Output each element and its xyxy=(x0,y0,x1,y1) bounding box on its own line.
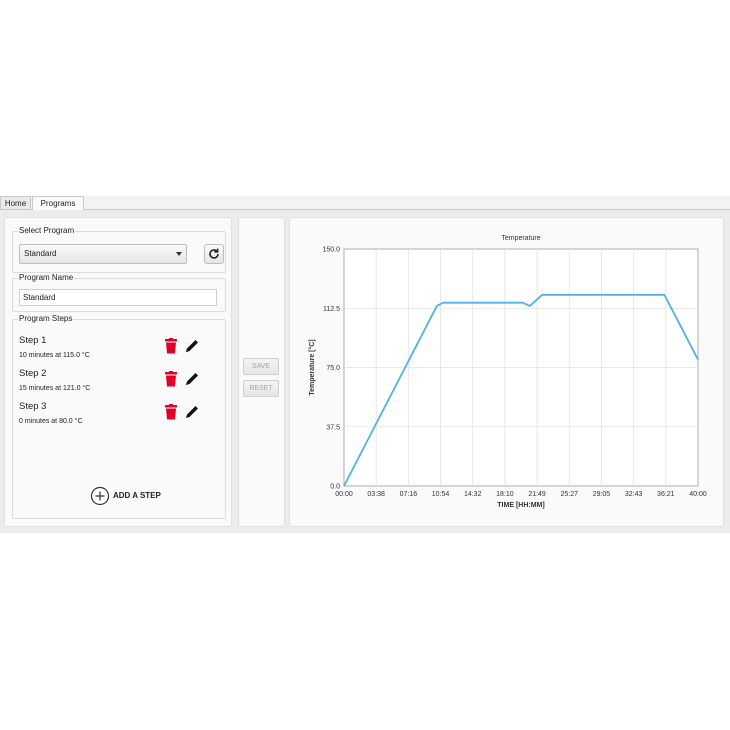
step-title: Step 2 xyxy=(19,368,47,379)
y-axis-label: Temperature [°C] xyxy=(308,339,316,395)
x-axis-label: TIME [HH:MM] xyxy=(497,502,544,509)
chevron-down-icon xyxy=(176,252,182,256)
chart-title: Temperature xyxy=(501,235,540,242)
x-tick-label: 40:00 xyxy=(689,491,707,498)
step-description: 15 minutes at 121.0 °C xyxy=(19,385,91,392)
save-button[interactable]: SAVE xyxy=(243,358,279,375)
select-program-label: Select Program xyxy=(18,226,76,235)
step-description: 0 minutes at 80.0 °C xyxy=(19,418,83,425)
x-tick-label: 32:43 xyxy=(625,491,643,498)
add-step-button[interactable]: ADD A STEP xyxy=(90,486,180,506)
step-title: Step 3 xyxy=(19,401,47,412)
delete-icon[interactable] xyxy=(164,338,178,354)
x-tick-label: 36:21 xyxy=(657,491,675,498)
refresh-icon xyxy=(209,248,219,259)
program-steps-group: Program Steps Step 1 10 minutes at 115.0… xyxy=(12,314,226,519)
x-tick-label: 10:54 xyxy=(432,491,450,498)
step-description: 10 minutes at 115.0 °C xyxy=(19,352,90,359)
x-tick-label: 14:32 xyxy=(464,491,482,498)
app-window: Home Programs Select Program Standard Pr… xyxy=(0,196,730,533)
program-editor-panel: Select Program Standard Program Name Sta… xyxy=(4,217,232,527)
plus-circle-icon xyxy=(90,486,110,506)
x-tick-label: 00:00 xyxy=(335,491,353,498)
delete-icon[interactable] xyxy=(164,404,178,420)
tab-home[interactable]: Home xyxy=(0,196,31,209)
add-step-label: ADD A STEP xyxy=(113,491,161,500)
program-select-value: Standard xyxy=(24,249,57,258)
tab-programs[interactable]: Programs xyxy=(32,196,84,210)
program-steps-label: Program Steps xyxy=(18,314,74,323)
x-tick-label: 25:27 xyxy=(561,491,579,498)
step-title: Step 1 xyxy=(19,335,47,346)
select-program-group: Select Program Standard xyxy=(12,226,226,273)
program-select[interactable]: Standard xyxy=(19,244,187,264)
edit-icon[interactable] xyxy=(184,404,200,420)
temperature-chart: 00:00 03:38 07:16 10:54 14:32 18:10 21:49 25:27… xyxy=(308,235,707,509)
y-tick-label: 75.0 xyxy=(326,365,340,372)
y-tick-label: 150.0 xyxy=(322,247,340,254)
actions-panel: SAVE RESET xyxy=(238,217,285,527)
edit-icon[interactable] xyxy=(184,338,200,354)
y-tick-label: 37.5 xyxy=(326,424,340,431)
refresh-button[interactable] xyxy=(204,244,224,264)
y-tick-label: 0.0 xyxy=(330,484,340,491)
x-tick-label: 03:38 xyxy=(367,491,385,498)
program-name-input[interactable]: Standard xyxy=(19,289,217,306)
x-tick-label: 18:10 xyxy=(496,491,514,498)
x-tick-label: 21:49 xyxy=(528,491,546,498)
delete-icon[interactable] xyxy=(164,371,178,387)
program-name-group: Program Name Standard xyxy=(12,273,226,312)
program-name-label: Program Name xyxy=(18,273,75,282)
reset-button[interactable]: RESET xyxy=(243,380,279,397)
y-tick-label: 112.5 xyxy=(323,306,340,313)
x-tick-label: 29:05 xyxy=(593,491,611,498)
edit-icon[interactable] xyxy=(184,371,200,387)
chart-panel: 00:00 03:38 07:16 10:54 14:32 18:10 21:49 25:27… xyxy=(289,217,724,527)
x-tick-label: 07:16 xyxy=(400,491,418,498)
tab-bar: Home Programs xyxy=(0,196,730,210)
